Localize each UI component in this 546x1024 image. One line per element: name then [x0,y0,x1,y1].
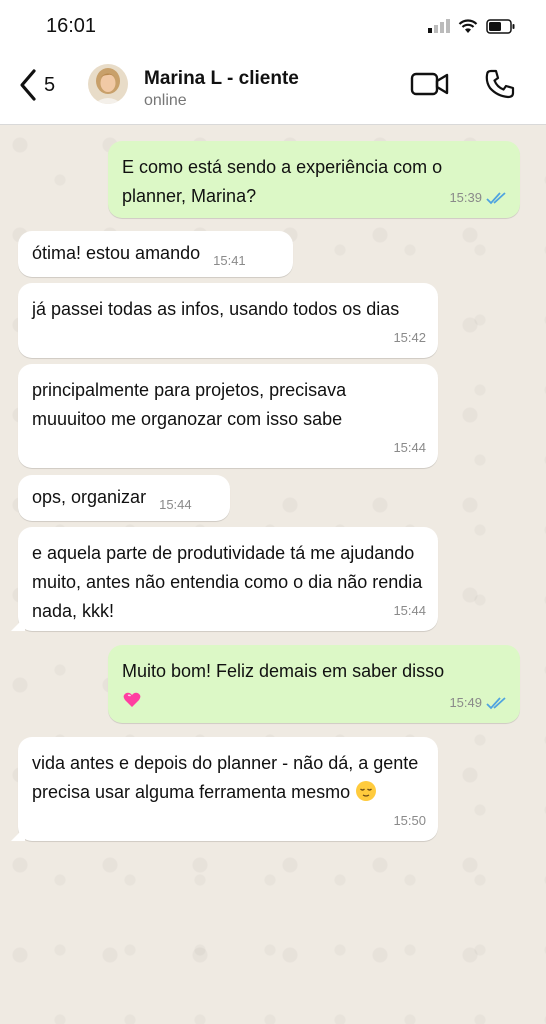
contact-photo [88,64,128,104]
status-bar: 16:01 [0,0,546,52]
wifi-icon [458,18,478,33]
message-text: ótima! estou amando [32,243,201,263]
message-time: 15:44 [393,440,426,455]
message-meta: 15:42 [393,323,426,352]
status-icons [428,16,516,36]
message-time: 15:41 [213,253,246,268]
battery-icon [486,18,515,34]
phone-icon [485,69,515,99]
message-time: 15:50 [393,813,426,828]
cellular-signal-icon [428,19,450,33]
message-bubble-incoming[interactable]: ótima! estou amando 15:41 [18,231,293,277]
message-bubble-outgoing[interactable]: E como está sendo a experiência com o pl… [108,141,520,218]
chevron-left-icon [20,69,36,101]
contact-name[interactable]: Marina L - cliente [144,68,299,90]
message-text: e aquela parte de produtividade tá me aj… [32,543,423,621]
message-text: E como está sendo a experiência com o pl… [122,157,443,206]
message-meta: 15:49 [449,688,508,717]
message-time: 15:49 [449,695,482,710]
relieved-face-icon [356,781,377,801]
message-time: 15:44 [159,497,192,512]
status-time: 16:01 [46,15,97,37]
message-bubble-incoming[interactable]: ops, organizar 15:44 [18,475,230,521]
bubble-tail [11,827,25,841]
back-button[interactable]: 5 [18,68,55,102]
message-meta: 15:44 [393,596,426,625]
message-bubble-incoming[interactable]: já passei todas as infos, usando todos o… [18,283,438,358]
double-check-read-icon [486,696,506,709]
message-bubble-incoming[interactable]: principalmente para projetos, precisava … [18,364,438,468]
message-text: Muito bom! Feliz demais em saber disso [122,661,445,681]
message-meta: 15:44 [159,490,192,519]
video-camera-icon [410,72,449,96]
message-text: principalmente para projetos, precisava … [32,380,347,429]
message-time: 15:44 [393,603,426,618]
unread-count: 5 [44,73,56,96]
message-meta: 15:41 [213,246,246,275]
message-bubble-outgoing[interactable]: Muito bom! Feliz demais em saber disso 1… [108,645,520,723]
message-meta: 15:50 [393,806,426,835]
sparkling-heart-icon [123,692,141,707]
video-call-button[interactable] [410,70,450,103]
message-meta: 15:44 [393,433,426,462]
contact-status: online [144,92,187,109]
message-bubble-incoming[interactable]: e aquela parte de produtividade tá me aj… [11,527,438,631]
chat-header: 5 Marina L - cliente online [0,52,546,125]
message-time: 15:42 [393,330,426,345]
message-time: 15:39 [449,190,482,205]
bubble-tail [11,617,25,631]
double-check-read-icon [486,191,506,204]
avatar[interactable] [88,64,128,104]
chat-area[interactable]: E como está sendo a experiência com o pl… [0,125,546,1024]
message-bubble-incoming[interactable]: vida antes e depois do planner - não dá,… [11,737,438,841]
voice-call-button[interactable] [484,68,516,105]
message-text: ops, organizar [32,487,147,507]
message-text: já passei todas as infos, usando todos o… [32,299,400,319]
message-meta: 15:39 [449,183,508,212]
